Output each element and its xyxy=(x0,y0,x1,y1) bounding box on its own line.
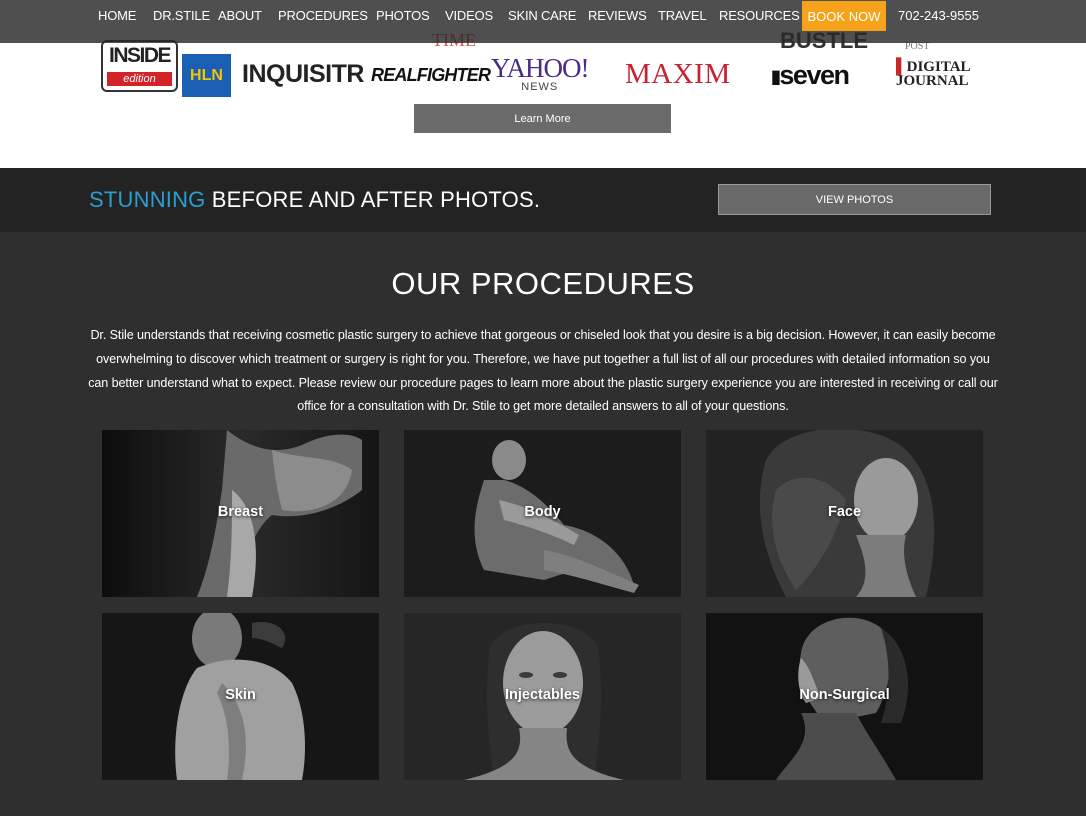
learn-more-button[interactable]: Learn More xyxy=(414,104,671,133)
seven-logo[interactable]: ▮seven xyxy=(771,60,850,91)
tile-label-breast: Breast xyxy=(217,504,264,520)
nav-procedures[interactable]: PROCEDURES xyxy=(278,8,368,23)
view-photos-button[interactable]: VIEW PHOTOS xyxy=(718,184,991,215)
yahoo-news-logo[interactable]: YAHOO! NEWS xyxy=(491,55,589,94)
nav-resources[interactable]: RESOURCES xyxy=(719,8,800,23)
procedure-tile-body[interactable]: Body xyxy=(404,430,681,597)
nav-home[interactable]: HOME xyxy=(98,8,136,23)
procedures-title: OUR PROCEDURES xyxy=(391,266,695,301)
digital-journal-logo[interactable]: ▌DIGITAL JOURNAL xyxy=(896,60,971,89)
procedure-tile-skin[interactable]: Skin xyxy=(102,613,379,780)
procedure-tile-face[interactable]: Face xyxy=(706,430,983,597)
phone-number-link[interactable]: 702-243-9555 xyxy=(898,8,979,23)
procedure-tile-non-surgical[interactable]: Non-Surgical xyxy=(706,613,983,780)
book-now-button[interactable]: BOOK NOW xyxy=(802,1,886,31)
realfighter-logo[interactable]: REALFIGHTER xyxy=(371,65,491,86)
before-after-heading: STUNNING BEFORE AND AFTER PHOTOS. xyxy=(89,187,540,213)
procedure-tile-breast[interactable]: Breast xyxy=(102,430,379,597)
procedures-description: Dr. Stile understands that receiving cos… xyxy=(88,328,998,414)
tile-label-face: Face xyxy=(827,504,862,520)
before-after-rest: BEFORE AND AFTER PHOTOS. xyxy=(205,187,541,212)
tile-label-non-surgical: Non-Surgical xyxy=(799,687,890,703)
procedure-tile-injectables[interactable]: Injectables xyxy=(404,613,681,780)
nav-videos[interactable]: VIDEOS xyxy=(445,8,493,23)
nav-photos[interactable]: PHOTOS xyxy=(376,8,430,23)
nav-travel[interactable]: TRAVEL xyxy=(658,8,707,23)
maxim-logo[interactable]: MAXIM xyxy=(625,58,731,91)
nav-skin-care[interactable]: SKIN CARE xyxy=(508,8,576,23)
nav-reviews[interactable]: REVIEWS xyxy=(588,8,647,23)
inside-edition-logo[interactable]: INSIDE edition xyxy=(101,40,178,92)
top-navigation: HOME DR.STILE ABOUT PROCEDURES PHOTOS VI… xyxy=(0,0,1086,43)
tile-label-body: Body xyxy=(524,504,561,520)
before-after-band: STUNNING BEFORE AND AFTER PHOTOS. VIEW P… xyxy=(0,168,1086,232)
before-after-accent: STUNNING xyxy=(89,187,206,212)
nav-about[interactable]: ABOUT xyxy=(218,8,262,23)
inquisitr-logo[interactable]: INQUISITR xyxy=(242,60,364,89)
tile-label-skin: Skin xyxy=(225,687,256,703)
tile-label-injectables: Injectables xyxy=(505,687,580,703)
nav-dr-stile[interactable]: DR.STILE xyxy=(153,8,210,23)
hln-logo[interactable]: HLN xyxy=(182,54,231,97)
